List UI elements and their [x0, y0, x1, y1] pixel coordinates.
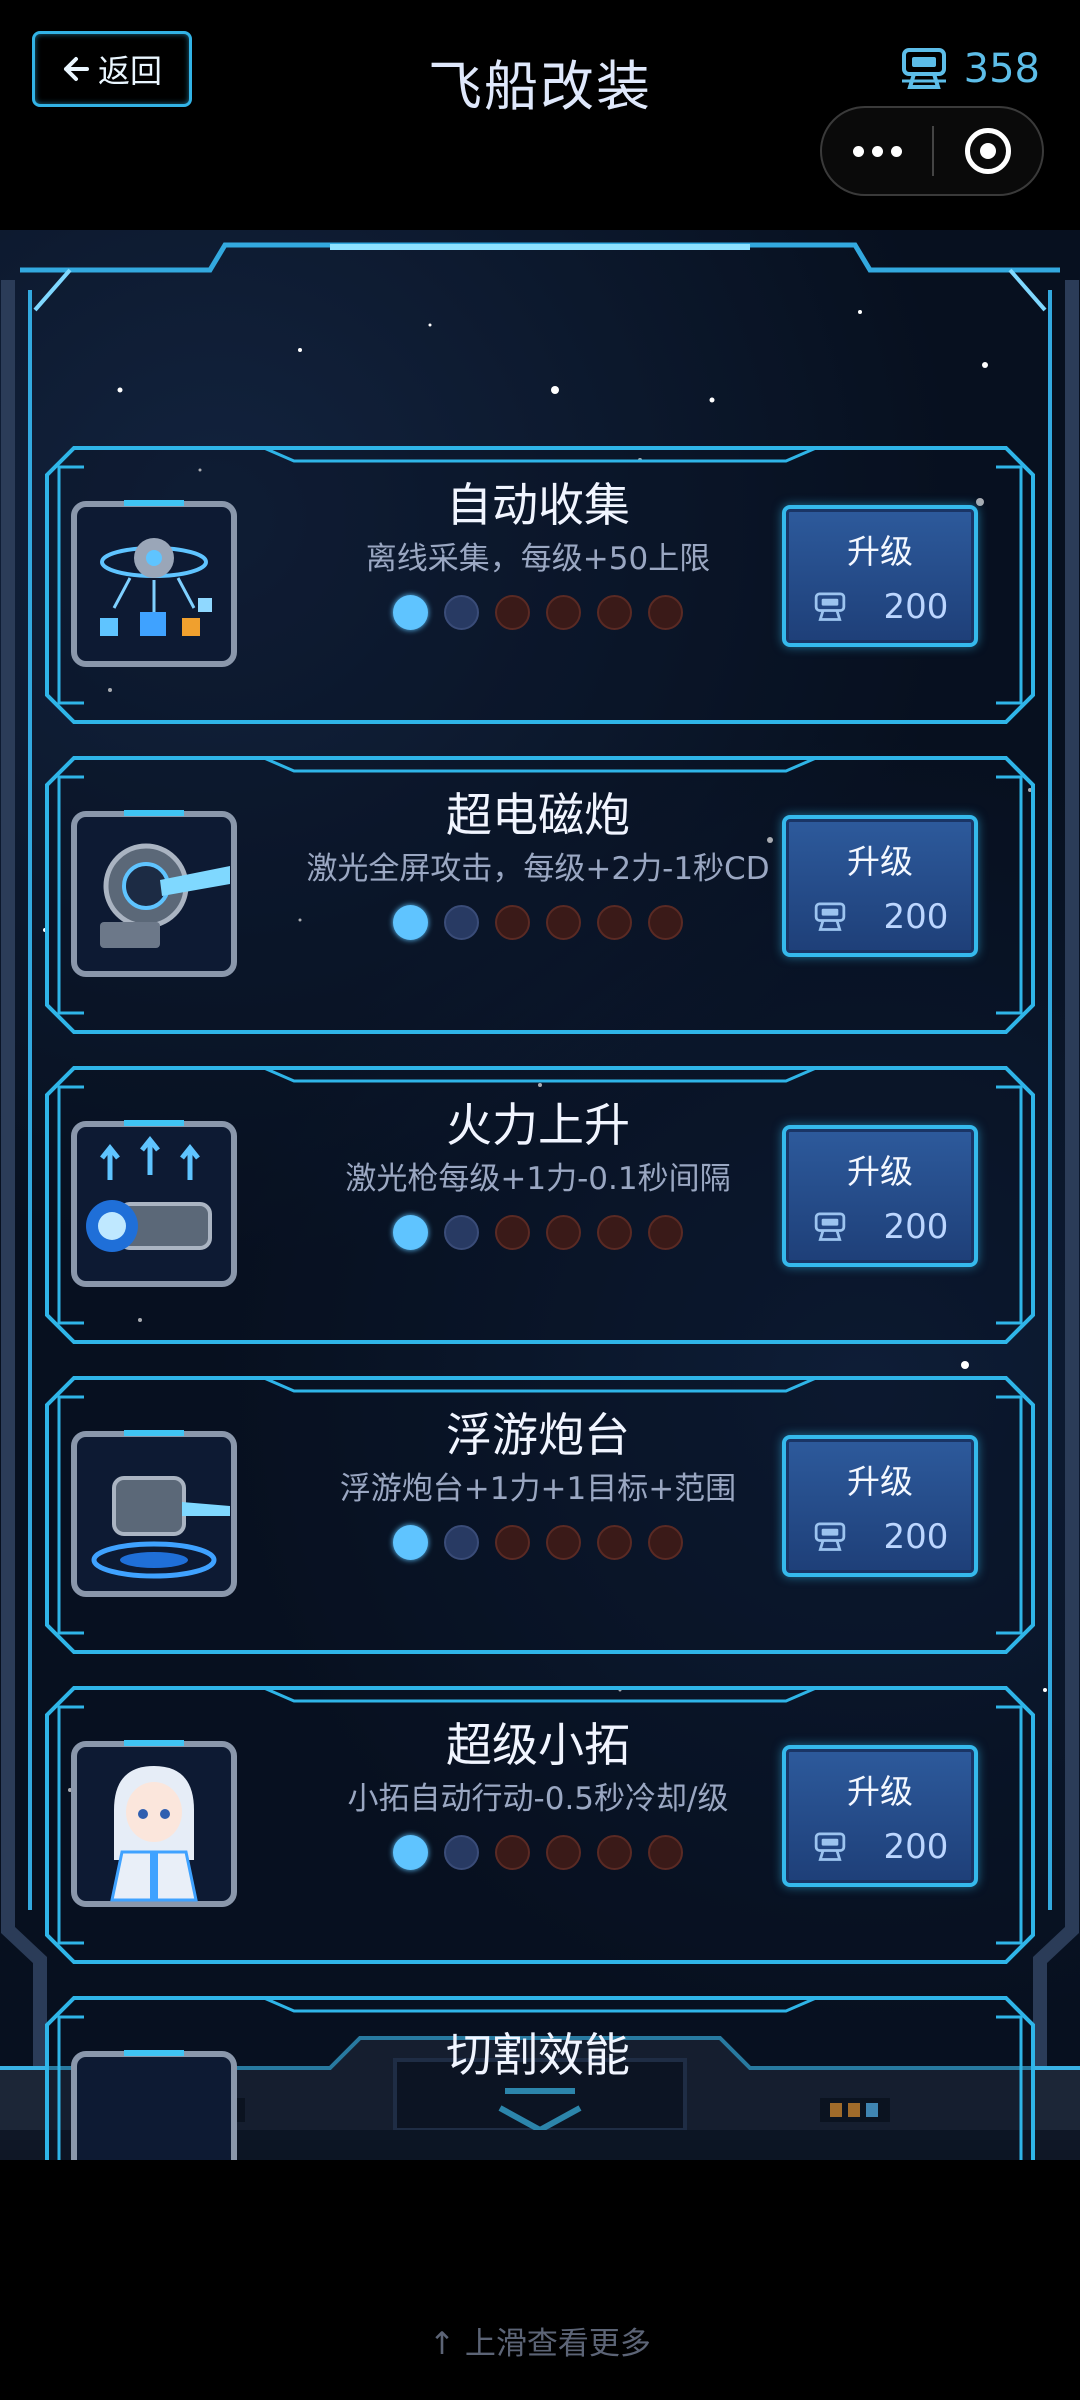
- level-dot-locked: [546, 1525, 581, 1560]
- level-indicator: [258, 1525, 818, 1560]
- upgrade-name: 切割效能: [446, 2028, 630, 2082]
- level-dot-empty: [444, 595, 479, 630]
- level-dot-locked: [648, 1835, 683, 1870]
- level-dot-filled: [393, 905, 428, 940]
- level-dot-locked: [597, 1215, 632, 1250]
- upgrade-card: 切割效能: [44, 1995, 1036, 2160]
- android-girl-icon: [71, 1740, 237, 1907]
- upgrade-card: 火力上升 激光枪每级+1力-0.1秒间隔 升级 200: [44, 1065, 1036, 1345]
- chip-coin-icon: [814, 592, 845, 621]
- more-menu-icon[interactable]: [822, 145, 932, 157]
- upgrade-name: 超电磁炮: [446, 788, 630, 842]
- upgrade-cost-value: 200: [883, 1207, 949, 1247]
- target-circle-icon: [965, 128, 1011, 174]
- chip-coin-icon: [814, 1212, 845, 1241]
- close-program-button[interactable]: [934, 128, 1042, 174]
- level-dot-locked: [495, 595, 530, 630]
- level-dot-locked: [495, 905, 530, 940]
- upgrade-panel: 自动收集 离线采集，每级+50上限 升级 200 超电磁炮 激光全屏攻击，每级+…: [0, 230, 1080, 2160]
- floating-turret-icon: [71, 1430, 237, 1597]
- level-dot-empty: [444, 1835, 479, 1870]
- upgrade-cost: 200: [786, 1827, 974, 1867]
- level-dot-filled: [393, 1525, 428, 1560]
- upgrade-card: 超级小拓 小拓自动行动-0.5秒冷却/级 升级 200: [44, 1685, 1036, 1965]
- level-indicator: [258, 595, 818, 630]
- chip-coin-icon: [901, 48, 946, 89]
- level-dot-filled: [393, 595, 428, 630]
- level-indicator: [258, 1835, 818, 1870]
- level-dot-locked: [597, 595, 632, 630]
- upgrade-description: 离线采集，每级+50上限: [365, 541, 711, 577]
- upgrade-cost-value: 200: [883, 1827, 949, 1867]
- upgrade-name: 超级小拓: [446, 1718, 630, 1772]
- upgrade-button-label: 升级: [847, 1152, 913, 1191]
- upgrade-button[interactable]: 升级 200: [782, 505, 978, 647]
- upgrade-description: 激光全屏攻击，每级+2力-1秒CD: [306, 851, 770, 887]
- level-dot-locked: [648, 1525, 683, 1560]
- upgrade-cost: 200: [786, 1207, 974, 1247]
- level-dot-locked: [597, 905, 632, 940]
- upgrade-cost: 200: [786, 897, 974, 937]
- mini-program-capsule: [820, 106, 1044, 196]
- chip-coin-icon: [814, 1832, 845, 1861]
- upgrade-button-label: 升级: [847, 842, 913, 881]
- upgrade-card: 浮游炮台 浮游炮台+1力+1目标+范围 升级 200: [44, 1375, 1036, 1655]
- level-dot-locked: [546, 1835, 581, 1870]
- currency-display: 358: [898, 42, 1040, 96]
- level-dot-locked: [495, 1525, 530, 1560]
- level-indicator: [258, 1215, 818, 1250]
- level-dot-locked: [597, 1835, 632, 1870]
- arrow-up-icon: ↑: [429, 2326, 456, 2362]
- scroll-hint: ↑ 上滑查看更多: [0, 2318, 1080, 2363]
- upgrade-cost: 200: [786, 587, 974, 627]
- level-dot-locked: [648, 595, 683, 630]
- level-dot-locked: [495, 1835, 530, 1870]
- upgrade-button[interactable]: 升级 200: [782, 815, 978, 957]
- chip-coin-icon: [814, 902, 845, 931]
- upgrade-card: 超电磁炮 激光全屏攻击，每级+2力-1秒CD 升级 200: [44, 755, 1036, 1035]
- chip-coin-icon: [814, 1522, 845, 1551]
- level-dot-empty: [444, 1525, 479, 1560]
- upgrade-cost: 200: [786, 1517, 974, 1557]
- cutter-icon: [71, 2050, 237, 2160]
- upgrade-name: 火力上升: [446, 1098, 630, 1152]
- level-dot-filled: [393, 1215, 428, 1250]
- level-dot-filled: [393, 1835, 428, 1870]
- upgrade-cost-value: 200: [883, 587, 949, 627]
- level-dot-locked: [546, 595, 581, 630]
- level-dot-locked: [495, 1215, 530, 1250]
- upgrade-card: 自动收集 离线采集，每级+50上限 升级 200: [44, 445, 1036, 725]
- upgrade-cost-value: 200: [883, 897, 949, 937]
- cube-collector-icon: [71, 500, 237, 667]
- level-dot-empty: [444, 1215, 479, 1250]
- upgrade-description: 小拓自动行动-0.5秒冷却/级: [347, 1781, 729, 1817]
- level-dot-locked: [648, 1215, 683, 1250]
- scroll-hint-label: 上滑查看更多: [464, 2326, 651, 2362]
- upgrade-description: 激光枪每级+1力-0.1秒间隔: [345, 1161, 731, 1197]
- upgrade-name: 浮游炮台: [446, 1408, 630, 1462]
- level-dot-locked: [648, 905, 683, 940]
- upgrade-button[interactable]: 升级 200: [782, 1125, 978, 1267]
- upgrade-button-label: 升级: [847, 1772, 913, 1811]
- level-dot-locked: [597, 1525, 632, 1560]
- level-dot-locked: [546, 1215, 581, 1250]
- firepower-up-icon: [71, 1120, 237, 1287]
- upgrade-cost-value: 200: [883, 1517, 949, 1557]
- upgrade-button-label: 升级: [847, 1462, 913, 1501]
- level-indicator: [258, 905, 818, 940]
- level-dot-locked: [546, 905, 581, 940]
- railgun-icon: [71, 810, 237, 977]
- level-dot-empty: [444, 905, 479, 940]
- currency-value: 358: [963, 46, 1040, 92]
- top-bar: 返回 飞船改装 358: [0, 0, 1080, 230]
- upgrade-button-label: 升级: [847, 532, 913, 571]
- upgrade-button[interactable]: 升级 200: [782, 1745, 978, 1887]
- upgrade-button[interactable]: 升级 200: [782, 1435, 978, 1577]
- upgrade-list[interactable]: 自动收集 离线采集，每级+50上限 升级 200 超电磁炮 激光全屏攻击，每级+…: [44, 445, 1036, 2160]
- upgrade-description: 浮游炮台+1力+1目标+范围: [339, 1471, 737, 1507]
- upgrade-name: 自动收集: [446, 478, 630, 532]
